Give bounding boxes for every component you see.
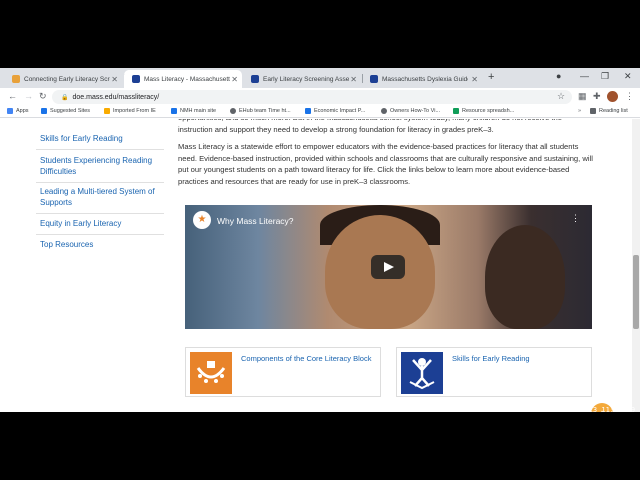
tab-connecting-early-literacy[interactable]: Connecting Early Literacy Screen ✕ bbox=[4, 70, 122, 88]
forward-icon[interactable]: → bbox=[24, 91, 33, 101]
reading-list-icon bbox=[590, 108, 596, 114]
sheets-icon bbox=[453, 108, 459, 114]
close-icon[interactable]: ✕ bbox=[350, 75, 357, 84]
toolbar: ← → ↻ 🔒 doe.mass.edu/massliteracy/ ☆ ▦ ✚… bbox=[0, 88, 640, 106]
close-icon[interactable]: ✕ bbox=[471, 75, 478, 84]
bookmark-apps[interactable]: Apps bbox=[7, 108, 29, 114]
core-literacy-icon bbox=[190, 352, 232, 394]
video-menu-icon[interactable]: ⋮ bbox=[571, 213, 580, 224]
intro-paragraph: opportunities, and so much more. But in … bbox=[178, 119, 562, 134]
tab-title: Early Literacy Screening Assessm bbox=[263, 75, 349, 83]
tab-title: Mass Literacy - Massachusetts De bbox=[144, 75, 230, 83]
more-bookmarks-icon[interactable]: » bbox=[578, 108, 581, 114]
reading-list[interactable]: Reading list bbox=[590, 108, 628, 114]
browser-window: Connecting Early Literacy Screen ✕ Mass … bbox=[0, 68, 640, 412]
bookmark-icon bbox=[171, 108, 177, 114]
card-skills-early-reading[interactable]: Skills for Early Reading bbox=[396, 347, 592, 397]
channel-logo-icon[interactable]: ★ bbox=[193, 211, 211, 229]
lock-icon: 🔒 bbox=[61, 94, 69, 101]
sidebar-link-equity[interactable]: Equity in Early Literacy bbox=[40, 218, 121, 229]
minimize-icon[interactable]: — bbox=[580, 71, 589, 81]
close-icon[interactable]: ✕ bbox=[231, 75, 238, 84]
bookmark-icon bbox=[305, 108, 311, 114]
extension-icon[interactable]: ▦ bbox=[578, 91, 587, 102]
reload-icon[interactable]: ↻ bbox=[39, 91, 47, 102]
play-icon[interactable] bbox=[371, 255, 405, 279]
bookmark-icon bbox=[41, 108, 47, 114]
reader-figure-icon bbox=[401, 352, 443, 394]
tab-favicon-icon bbox=[370, 75, 378, 83]
tab-favicon-icon bbox=[251, 75, 259, 83]
avatar[interactable] bbox=[607, 91, 618, 102]
new-tab-button[interactable]: + bbox=[488, 71, 494, 83]
tab-strip: Connecting Early Literacy Screen ✕ Mass … bbox=[0, 68, 640, 88]
window-close-icon[interactable]: ✕ bbox=[624, 71, 632, 82]
url-text: doe.mass.edu/massliteracy/ bbox=[72, 93, 160, 101]
close-icon[interactable]: ✕ bbox=[111, 75, 118, 84]
apps-icon bbox=[7, 108, 13, 114]
card-core-literacy-block[interactable]: Components of the Core Literacy Block bbox=[185, 347, 381, 397]
video-thumbnail-child-2 bbox=[485, 225, 565, 329]
bookmark-economic-impact[interactable]: Economic Impact P... bbox=[305, 108, 365, 114]
sidebar-link-top-resources[interactable]: Top Resources bbox=[40, 239, 93, 250]
tab-title: Massachusetts Dyslexia Guidelin bbox=[382, 75, 468, 83]
sidebar-link-mtss[interactable]: Leading a Multi-tiered System of Support… bbox=[40, 186, 160, 208]
bookmark-ehub[interactable]: EHub team Time ht... bbox=[230, 108, 291, 114]
bookmark-nmh[interactable]: NMH main site bbox=[171, 108, 216, 114]
puzzle-icon[interactable]: ✚ bbox=[593, 91, 601, 102]
timestamp-overlay: 2021-06-23 11:43:49 bbox=[555, 406, 636, 414]
tab-mass-literacy[interactable]: Mass Literacy - Massachusetts De ✕ bbox=[124, 70, 242, 88]
scrollbar-thumb[interactable] bbox=[633, 255, 639, 329]
bookmark-suggested-sites[interactable]: Suggested Sites bbox=[41, 108, 90, 114]
video-player[interactable]: ★ Why Mass Literacy? ⋮ bbox=[185, 205, 592, 329]
sidebar-link-reading-difficulties[interactable]: Students Experiencing Reading Difficulti… bbox=[40, 155, 160, 177]
tab-title: Connecting Early Literacy Screen bbox=[24, 75, 110, 83]
sidebar-link-skills[interactable]: Skills for Early Reading bbox=[40, 133, 123, 144]
tab-favicon-icon bbox=[132, 75, 140, 83]
bookmark-resource-spreadsheet[interactable]: Resource spreadsh... bbox=[453, 108, 514, 114]
globe-icon bbox=[381, 108, 387, 114]
card-label[interactable]: Skills for Early Reading bbox=[452, 354, 530, 363]
card-label[interactable]: Components of the Core Literacy Block bbox=[241, 354, 371, 363]
tab-favicon-icon bbox=[12, 75, 20, 83]
back-icon[interactable]: ← bbox=[8, 91, 17, 101]
globe-icon bbox=[230, 108, 236, 114]
address-bar[interactable]: 🔒 doe.mass.edu/massliteracy/ bbox=[52, 90, 572, 104]
bookmark-star-icon[interactable]: ☆ bbox=[557, 91, 565, 102]
bookmark-imported-ie[interactable]: Imported From IE bbox=[104, 108, 156, 114]
page-content: Skills for Early Reading Students Experi… bbox=[0, 119, 632, 412]
mass-literacy-paragraph: Mass Literacy is a statewide effort to e… bbox=[178, 142, 593, 186]
bookmark-owners-howto[interactable]: Owners How-To Vi... bbox=[381, 108, 440, 114]
tab-early-literacy-screening[interactable]: Early Literacy Screening Assessm ✕ bbox=[243, 70, 361, 88]
video-title[interactable]: Why Mass Literacy? bbox=[217, 216, 294, 226]
restore-icon[interactable]: ❐ bbox=[601, 71, 609, 82]
folder-icon bbox=[104, 108, 110, 114]
tab-search-icon[interactable]: ● bbox=[556, 71, 561, 81]
tab-dyslexia-guidelines[interactable]: Massachusetts Dyslexia Guidelin ✕ bbox=[362, 70, 482, 88]
bookmarks-bar: Apps Suggested Sites Imported From IE NM… bbox=[0, 106, 640, 118]
menu-icon[interactable]: ⋮ bbox=[625, 91, 634, 102]
